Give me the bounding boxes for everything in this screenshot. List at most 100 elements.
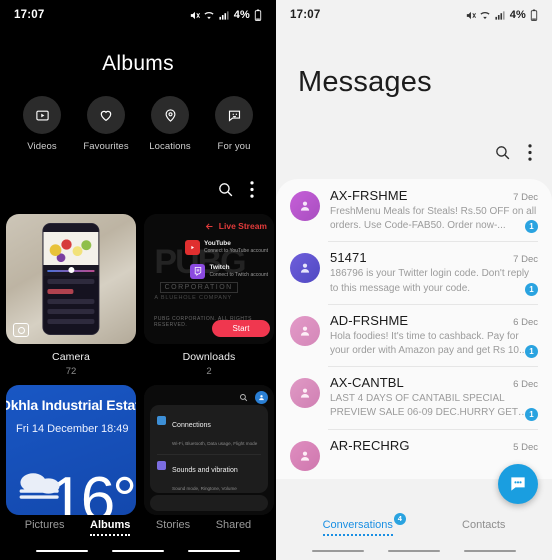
heart-icon [100, 110, 112, 122]
album-item-weather[interactable]: Okhla Industrial Estate Ph Fri 14 Decemb… [6, 385, 136, 515]
tab-albums[interactable]: Albums [90, 519, 131, 536]
youtube-icon [184, 240, 200, 255]
message-date: 7 Dec [513, 192, 538, 203]
message-date: 7 Dec [513, 254, 538, 266]
nav-home-handle[interactable] [388, 549, 440, 553]
album-item-settings[interactable]: Connections Wi-Fi, Bluetooth, Data usage,… [144, 385, 274, 515]
settings-row-subtitle: Sound mode, Ringtone, Volume [172, 486, 237, 491]
signal-icon [495, 10, 505, 20]
album-thumbnail: Okhla Industrial Estate Ph Fri 14 Decemb… [6, 385, 136, 515]
status-bar-icons: 4% [465, 9, 538, 21]
messages-bottom-tabs: Conversations 4 Contacts [276, 512, 552, 542]
fruit-image [43, 231, 99, 265]
dual-phone-screenshot: 17:07 4% Albums Videos Favourites Locati… [0, 0, 552, 560]
search-icon[interactable] [217, 181, 234, 198]
conversation-body: AX-FRSHME 7 Dec FreshMenu Meals for Stea… [330, 188, 538, 233]
left-phone-gallery-app: 17:07 4% Albums Videos Favourites Locati… [0, 0, 276, 560]
album-item-camera[interactable]: Camera 72 [6, 214, 136, 377]
conversation-item[interactable]: AX-FRSHME 7 Dec FreshMenu Meals for Stea… [276, 179, 552, 241]
smiley-chat-icon [228, 110, 240, 122]
album-count: 72 [65, 366, 77, 377]
conversation-header: AR-RECHRG 5 Dec [330, 438, 538, 453]
entry-subtitle: Connect to YouTube account [203, 248, 268, 255]
row [47, 318, 95, 324]
battery-percent-label: 4% [509, 9, 526, 21]
status-bar: 17:07 4% [0, 0, 276, 30]
quick-link-locations[interactable]: Locations [145, 96, 195, 152]
nav-recents-handle[interactable] [36, 549, 88, 553]
quick-link-label: Videos [27, 141, 57, 152]
quick-link-favourites[interactable]: Favourites [81, 96, 131, 152]
avatar [290, 253, 320, 284]
navigation-bar [0, 546, 276, 556]
nav-recents-handle[interactable] [312, 549, 364, 553]
nav-back-handle[interactable] [188, 549, 240, 553]
pubg-screenshot: PUBG CORPORATION A BLUEHOLE COMPANY Live… [144, 214, 274, 344]
tab-contacts[interactable]: Contacts [462, 519, 505, 536]
entry-title: YouTube [203, 240, 231, 247]
battery-icon [530, 9, 538, 21]
mute-icon [190, 11, 200, 19]
sender-name: AX-CANTBL [330, 375, 404, 391]
more-options-icon[interactable] [528, 143, 532, 161]
search-icon[interactable] [494, 144, 511, 161]
message-preview: FreshMenu Meals for Steals! Rs.50 OFF on… [330, 206, 537, 232]
tab-conversations[interactable]: Conversations 4 [322, 512, 406, 536]
status-bar: 17:07 4% [276, 0, 552, 30]
search-icon [240, 394, 248, 402]
status-bar-time: 17:07 [14, 9, 45, 21]
battery-percent-label: 4% [233, 9, 250, 21]
status-bar-time: 17:07 [290, 9, 321, 21]
nav-home-handle[interactable] [112, 549, 164, 553]
conversation-body: AR-RECHRG 5 Dec [330, 438, 538, 471]
conversation-header: AD-FRSHME 6 Dec [330, 313, 538, 328]
album-thumbnail: Connections Wi-Fi, Bluetooth, Data usage,… [144, 385, 274, 515]
quick-link-videos[interactable]: Videos [17, 96, 67, 152]
page-title: Albums [102, 52, 174, 75]
album-name: Camera [52, 351, 90, 363]
start-button: Start [212, 320, 270, 337]
message-preview: 186796 is your Twitter login code. Don't… [330, 268, 530, 294]
conversation-list[interactable]: AX-FRSHME 7 Dec FreshMenu Meals for Stea… [276, 179, 552, 479]
more-options-icon[interactable] [250, 180, 254, 198]
avatar [290, 440, 320, 471]
conversation-item[interactable]: AD-FRSHME 6 Dec Hola foodies! It's time … [276, 303, 552, 366]
album-thumbnail [6, 214, 136, 344]
settings-row-subtitle: Wi-Fi, Bluetooth, Data usage, Flight mod… [172, 441, 258, 446]
wifi-icon [480, 11, 490, 19]
conversation-item[interactable]: 51471 7 Dec 186796 is your Twitter login… [276, 241, 552, 303]
album-thumbnail: PUBG CORPORATION A BLUEHOLE COMPANY Live… [144, 214, 274, 344]
entry-subtitle: Connect to Twitch account [209, 272, 268, 279]
location-pin-icon-circle [151, 96, 189, 134]
toolbar-actions [0, 176, 276, 202]
phone-photo [42, 223, 100, 335]
tab-pictures[interactable]: Pictures [25, 519, 65, 536]
sender-name: AX-FRSHME [330, 188, 408, 203]
twitch-icon [190, 264, 206, 279]
tab-stories[interactable]: Stories [156, 519, 190, 536]
back-arrow-icon [205, 223, 213, 229]
live-stream-header: Live Stream [205, 221, 267, 231]
camera-icon [13, 323, 29, 337]
quick-links-row: Videos Favourites Locations For you [0, 96, 276, 152]
message-date: 6 Dec [513, 379, 538, 391]
conversation-body: AX-CANTBL 6 Dec LAST 4 DAYS OF CANTABIL … [330, 375, 538, 420]
mute-icon [466, 11, 476, 19]
battery-icon [254, 9, 262, 21]
live-entry-youtube: YouTube Connect to YouTube account [184, 240, 268, 255]
gallery-bottom-tabs: Pictures Albums Stories Shared [0, 512, 276, 542]
conversation-body: AD-FRSHME 6 Dec Hola foodies! It's time … [330, 313, 538, 358]
avatar [290, 191, 320, 221]
video-icon [35, 110, 49, 120]
conversation-header: 51471 7 Dec [330, 250, 538, 265]
tab-shared[interactable]: Shared [216, 519, 251, 536]
album-item-downloads[interactable]: PUBG CORPORATION A BLUEHOLE COMPANY Live… [144, 214, 274, 377]
compose-message-button[interactable] [498, 464, 538, 504]
settings-row: Sounds and vibration Sound mode, Ringtone… [157, 455, 261, 493]
quick-link-for-you[interactable]: For you [209, 96, 259, 152]
row [47, 278, 95, 284]
location-pin-icon [165, 108, 175, 122]
conversation-item[interactable]: AX-CANTBL 6 Dec LAST 4 DAYS OF CANTABIL … [276, 366, 552, 428]
nav-back-handle[interactable] [464, 549, 516, 553]
navigation-bar [276, 546, 552, 556]
